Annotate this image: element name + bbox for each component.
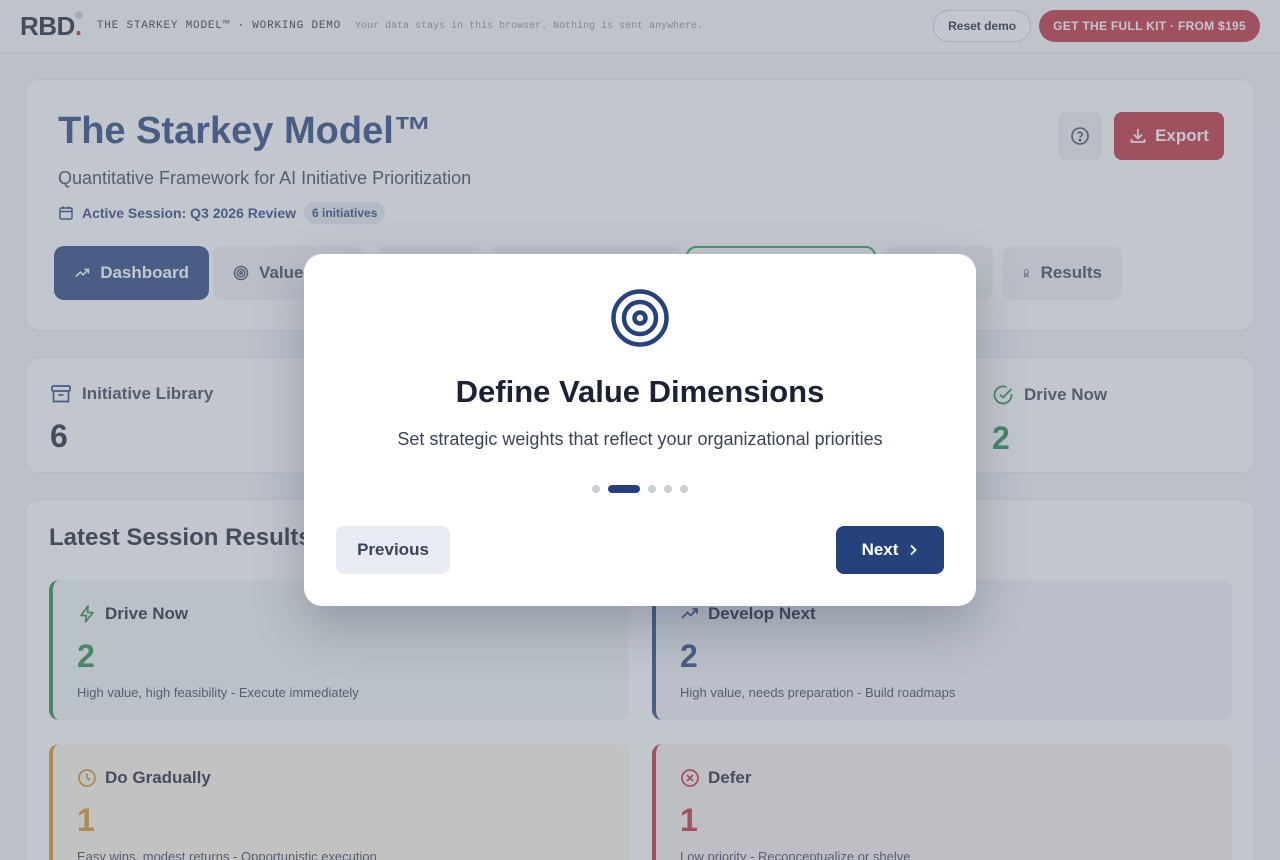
- next-label: Next: [861, 540, 899, 559]
- target-icon: [610, 288, 670, 353]
- next-button[interactable]: Next: [836, 526, 944, 574]
- previous-button[interactable]: Previous: [336, 526, 450, 574]
- step-dot[interactable]: [680, 485, 688, 493]
- step-dot-active[interactable]: [608, 485, 640, 493]
- modal-description: Set strategic weights that reflect your …: [397, 429, 883, 449]
- modal-title: Define Value Dimensions: [455, 374, 825, 409]
- onboarding-modal: Define Value Dimensions Set strategic we…: [304, 254, 976, 606]
- step-indicator: [592, 485, 688, 493]
- step-dot[interactable]: [664, 485, 672, 493]
- step-dot[interactable]: [648, 485, 656, 493]
- chevron-right-icon: [910, 544, 918, 556]
- step-dot[interactable]: [592, 485, 600, 493]
